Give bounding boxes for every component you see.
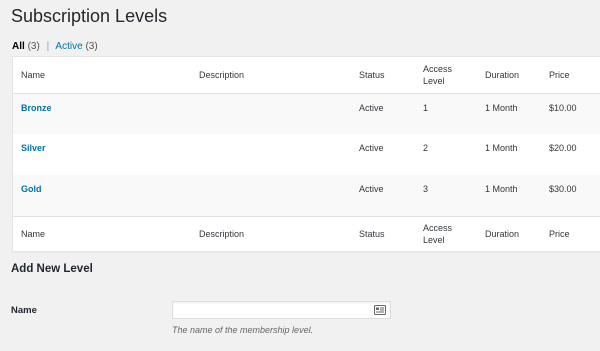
table-footer-row: Name Description Status Access Level Dur… xyxy=(13,216,600,251)
table-row: Silver Active 2 1 Month $20.00 xyxy=(13,134,600,175)
column-footer-access-level: Access Level xyxy=(415,216,477,251)
cell-status: Active xyxy=(359,143,384,153)
column-header-price: Price xyxy=(549,69,570,80)
column-footer-name: Name xyxy=(21,228,46,239)
cell-name: Bronze xyxy=(13,93,191,134)
filter-active-count: (3) xyxy=(85,41,98,52)
level-name-link[interactable]: Gold xyxy=(21,184,42,194)
column-header-access-level: Access Level xyxy=(415,57,477,93)
cell-description xyxy=(191,134,351,175)
name-field xyxy=(172,301,391,320)
column-footer-access-line1: Access xyxy=(423,222,453,233)
column-header-access-line1: Access xyxy=(423,63,453,74)
cell-status: Active xyxy=(359,184,384,194)
cell-status: Active xyxy=(359,102,384,113)
column-footer-status: Status xyxy=(359,228,385,239)
name-input[interactable] xyxy=(173,304,390,320)
table-row: Bronze Active 1 1 Month $10.00 xyxy=(13,93,600,134)
cell-duration: 1 Month xyxy=(485,184,518,194)
filter-all-label: All xyxy=(12,41,25,52)
column-footer-duration: Duration xyxy=(485,228,520,239)
cell-access-level: 2 xyxy=(423,143,429,153)
column-header-duration: Duration xyxy=(485,69,520,80)
column-header-name: Name xyxy=(21,69,46,80)
status-filter-links: All (3) | Active (3) xyxy=(12,41,98,52)
filter-all-link[interactable]: All (3) xyxy=(12,41,43,52)
column-header-access-line2: Level xyxy=(423,75,445,86)
levels-table: Name Description Status Access Level Dur… xyxy=(13,57,600,251)
cell-access-level: 3 xyxy=(423,184,429,194)
cell-price: $30.00 xyxy=(549,184,577,194)
add-new-level-heading: Add New Level xyxy=(11,263,93,275)
cell-price: $20.00 xyxy=(549,143,577,153)
column-header-description: Description xyxy=(199,69,245,80)
cell-name: Gold xyxy=(13,175,191,216)
cell-duration: 1 Month xyxy=(485,143,518,153)
column-footer-price: Price xyxy=(549,228,570,239)
column-footer-description: Description xyxy=(199,228,245,239)
contact-card-icon[interactable] xyxy=(374,305,386,315)
cell-price: $10.00 xyxy=(549,102,577,113)
cell-name: Silver xyxy=(13,134,191,175)
level-name-link[interactable]: Bronze xyxy=(21,103,52,113)
levels-table-container: Name Description Status Access Level Dur… xyxy=(12,56,600,252)
level-name-link[interactable]: Silver xyxy=(21,143,46,153)
filter-separator: | xyxy=(46,41,50,52)
filter-active-label: Active xyxy=(55,41,83,52)
table-row: Gold Active 3 1 Month $30.00 xyxy=(13,175,600,216)
cell-description xyxy=(191,175,351,216)
name-field-label: Name xyxy=(11,305,37,316)
page-title: Subscription Levels xyxy=(11,6,168,26)
cell-description xyxy=(191,93,351,134)
column-header-status: Status xyxy=(359,69,385,80)
cell-access-level: 1 xyxy=(423,102,429,113)
table-header-row: Name Description Status Access Level Dur… xyxy=(13,57,600,93)
cell-duration: 1 Month xyxy=(485,102,518,113)
filter-all-count: (3) xyxy=(27,41,40,52)
filter-active-link[interactable]: Active (3) xyxy=(55,41,97,52)
column-footer-access-line2: Level xyxy=(423,234,445,245)
name-field-description: The name of the membership level. xyxy=(172,325,314,335)
